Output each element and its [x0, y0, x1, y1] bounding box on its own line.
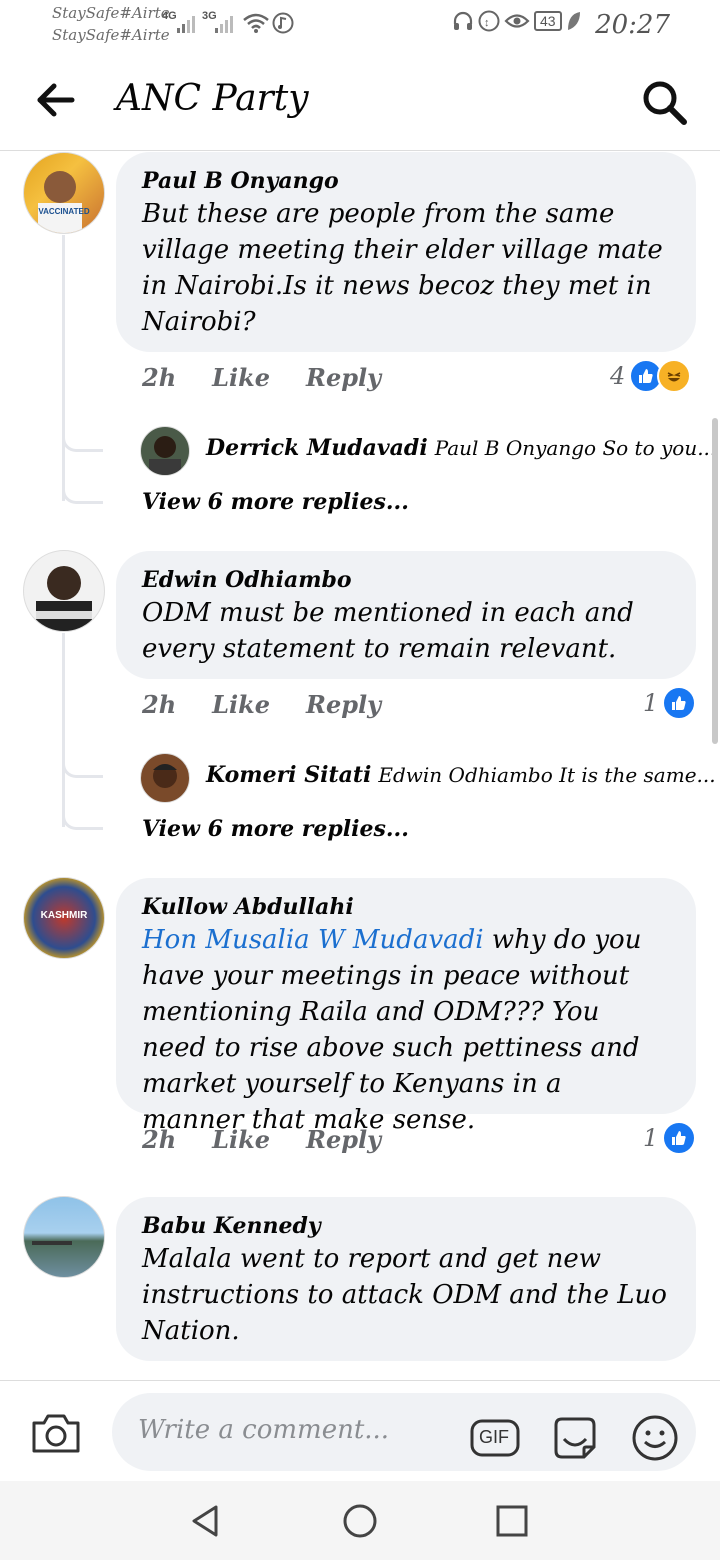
system-nav-bar	[0, 1481, 720, 1560]
signal-icon	[177, 16, 195, 33]
thread-branch	[62, 471, 103, 504]
avatar-paul[interactable]: VACCINATED	[23, 152, 105, 234]
comment-text: Hon Musalia W Mudavadi why do you have y…	[142, 922, 670, 1138]
thread-branch	[62, 727, 103, 778]
like-button[interactable]: Like	[212, 363, 270, 392]
carrier-label-2: StaySafe#Airte	[52, 26, 170, 44]
recents-nav-icon[interactable]	[494, 1503, 530, 1539]
back-arrow-icon[interactable]	[36, 82, 76, 118]
reply-author[interactable]: Komeri Sitati	[206, 762, 371, 788]
comment-author[interactable]: Paul B Onyango	[142, 166, 670, 196]
like-button[interactable]: Like	[212, 1125, 270, 1154]
status-icons: ↕ 43	[452, 10, 582, 32]
person-photo-icon	[36, 566, 92, 631]
reply-button[interactable]: Reply	[306, 1125, 381, 1154]
reply-button[interactable]: Reply	[306, 690, 381, 719]
search-icon[interactable]	[640, 78, 688, 126]
reaction-summary[interactable]: 1	[643, 1121, 697, 1155]
thread-branch	[62, 401, 103, 452]
reply-text: Edwin Odhiambo It is the same...	[378, 763, 716, 787]
eye-icon	[504, 14, 530, 28]
comment-actions: 2h Like Reply	[142, 363, 381, 392]
wifi-icon	[243, 13, 269, 33]
comment-bubble[interactable]: Paul B Onyango But these are people from…	[116, 152, 696, 352]
comment-text-body: why do you have your meetings in peace w…	[142, 925, 642, 1135]
reply-author[interactable]: Derrick Mudavadi	[206, 435, 428, 461]
battery-indicator: 43	[534, 11, 562, 31]
reaction-count: 4	[610, 362, 626, 390]
signal-icon-2	[215, 16, 233, 33]
avatar-kullow[interactable]: KASHMIR	[23, 877, 105, 959]
comment-actions: 2h Like Reply	[142, 690, 381, 719]
like-reaction-icon	[662, 1121, 697, 1155]
avatar-babu[interactable]	[23, 1196, 105, 1278]
like-reaction-icon	[662, 686, 697, 720]
comment-bubble[interactable]: Edwin Odhiambo ODM must be mentioned in …	[116, 551, 696, 679]
haha-reaction-icon	[657, 359, 692, 393]
kashmir-badge: KASHMIR	[40, 910, 88, 921]
scrollbar[interactable]	[712, 418, 718, 744]
reaction-count: 1	[643, 1124, 659, 1152]
comment-author[interactable]: Kullow Abdullahi	[142, 892, 670, 922]
comment-bubble[interactable]: Babu Kennedy Malala went to report and g…	[116, 1197, 696, 1361]
home-nav-icon[interactable]	[342, 1503, 378, 1539]
thread-branch	[62, 797, 103, 830]
sticker-icon[interactable]	[550, 1413, 600, 1463]
thread-line	[62, 235, 65, 501]
network-4g-label: 4G	[162, 10, 177, 22]
comment-author[interactable]: Edwin Odhiambo	[142, 565, 670, 595]
comments-list[interactable]: VACCINATED Paul B Onyango But these are …	[0, 151, 720, 1379]
status-bar: StaySafe#Airte StaySafe#Airte 4G 3G ↕ 43…	[0, 0, 720, 50]
reaction-summary[interactable]: 4	[610, 359, 692, 393]
page-title: ANC Party	[116, 78, 309, 119]
comment-text: But these are people from the same villa…	[142, 199, 663, 337]
avatar-edwin[interactable]	[23, 550, 105, 632]
person-photo-icon	[153, 764, 177, 788]
reply-preview[interactable]: Komeri Sitati Edwin Odhiambo It is the s…	[206, 762, 716, 788]
comment-placeholder: Write a comment...	[138, 1415, 390, 1445]
comment-text: ODM must be mentioned in each and every …	[142, 598, 634, 664]
comment-actions: 2h Like Reply	[142, 1125, 381, 1154]
view-more-replies[interactable]: View 6 more replies...	[142, 489, 409, 515]
person-photo-icon	[38, 171, 82, 233]
reply-preview[interactable]: Derrick Mudavadi Paul B Onyango So to yo…	[206, 435, 716, 461]
comment-composer: Write a comment... GIF	[0, 1380, 720, 1481]
landscape-photo-icon	[32, 1241, 72, 1245]
app-header: ANC Party	[0, 50, 720, 151]
comment-input[interactable]: Write a comment... GIF	[112, 1393, 696, 1471]
comment-time: 2h	[142, 690, 177, 719]
clock: 20:27	[595, 10, 670, 40]
emoji-icon[interactable]	[630, 1413, 680, 1463]
comment-time: 2h	[142, 1125, 177, 1154]
mention-link[interactable]: Hon Musalia W Mudavadi	[142, 925, 484, 955]
reaction-count: 1	[643, 689, 659, 717]
avatar-derrick[interactable]	[140, 426, 190, 476]
reply-text: Paul B Onyango So to you...	[434, 436, 717, 460]
comment-time: 2h	[142, 363, 177, 392]
person-photo-icon	[149, 436, 181, 475]
svg-text:↕: ↕	[484, 17, 490, 29]
reply-button[interactable]: Reply	[306, 363, 381, 392]
leaf-icon	[567, 12, 580, 30]
like-button[interactable]: Like	[212, 690, 270, 719]
comment-bubble[interactable]: Kullow Abdullahi Hon Musalia W Mudavadi …	[116, 878, 696, 1135]
vaccinated-badge: VACCINATED	[38, 207, 90, 216]
comment-text: Malala went to report and get new instru…	[142, 1244, 667, 1346]
music-icon	[272, 12, 294, 34]
back-nav-icon[interactable]	[188, 1503, 224, 1539]
reaction-summary[interactable]: 1	[643, 686, 697, 720]
avatar-komeri[interactable]	[140, 753, 190, 803]
data-saver-icon: ↕	[478, 10, 500, 32]
gif-button[interactable]: GIF	[470, 1413, 520, 1463]
camera-icon[interactable]	[30, 1411, 82, 1455]
gif-label: GIF	[479, 1427, 509, 1447]
carrier-label: StaySafe#Airte	[52, 4, 170, 22]
comment-author[interactable]: Babu Kennedy	[142, 1211, 670, 1241]
view-more-replies[interactable]: View 6 more replies...	[142, 816, 409, 842]
headphones-icon	[453, 11, 473, 30]
